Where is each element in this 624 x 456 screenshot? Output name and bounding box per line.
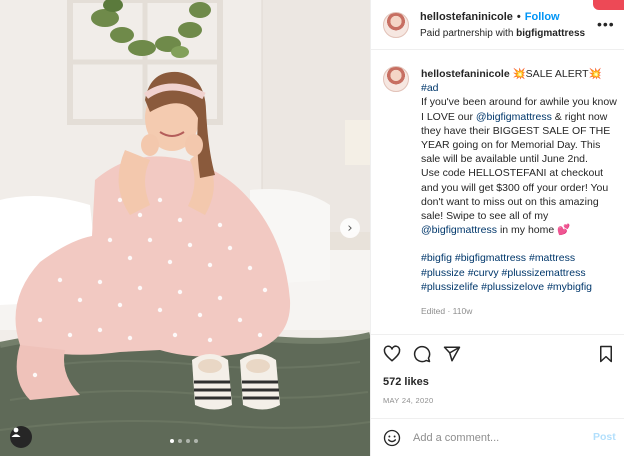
comment-icon[interactable] [413, 345, 431, 363]
action-bar [371, 334, 624, 374]
likes-count[interactable]: 572 likes [383, 376, 429, 388]
carousel-dot [194, 439, 198, 443]
follow-button[interactable]: Follow [525, 11, 560, 23]
avatar[interactable] [383, 66, 409, 92]
author-username[interactable]: hellostefaninicole [420, 11, 513, 23]
photo-illustration [0, 0, 370, 456]
heart-icon[interactable] [383, 345, 401, 363]
caption-username[interactable]: hellostefaninicole [421, 68, 510, 80]
share-icon[interactable] [443, 345, 461, 363]
next-image-button[interactable]: › [340, 218, 360, 238]
post-image[interactable]: › [0, 0, 370, 456]
paid-partnership-label: Paid partnership with bigfigmattress [420, 28, 586, 39]
carousel-dot [186, 439, 190, 443]
post-comment-button[interactable]: Post [593, 431, 616, 443]
post-side-panel: hellostefaninicole • Follow Paid partnersh… [370, 0, 624, 456]
hashtag-ad[interactable]: #ad [421, 82, 439, 94]
carousel-dot [178, 439, 182, 443]
caption-meta: Edited · 110w [421, 306, 473, 317]
comment-box: Post [371, 418, 624, 456]
hashtags[interactable]: #bigfig #bigfigmattress #mattress #pluss… [421, 251, 621, 294]
user-tag-icon[interactable] [10, 426, 32, 448]
emoji-icon[interactable] [383, 429, 401, 447]
carousel-indicator [170, 439, 198, 443]
notification-corner [593, 0, 624, 10]
bookmark-icon[interactable] [597, 345, 615, 363]
avatar[interactable] [383, 12, 409, 38]
caption-text: hellostefaninicole 💥SALE ALERT💥 #ad If y… [421, 67, 621, 318]
mention-link[interactable]: @bigfigmattress [476, 111, 552, 123]
post-date[interactable]: MAY 24, 2020 [383, 396, 433, 405]
more-icon[interactable]: ••• [597, 17, 615, 31]
partner-link[interactable]: bigfigmattress [516, 28, 585, 39]
caption: hellostefaninicole 💥SALE ALERT💥 #ad If y… [371, 52, 624, 332]
post-header: hellostefaninicole • Follow Paid partnersh… [371, 0, 624, 50]
caption-lead: 💥SALE ALERT💥 [512, 68, 602, 80]
mention-link[interactable]: @bigfigmattress [421, 224, 497, 236]
carousel-dot [170, 439, 174, 443]
comment-input[interactable] [413, 429, 583, 447]
